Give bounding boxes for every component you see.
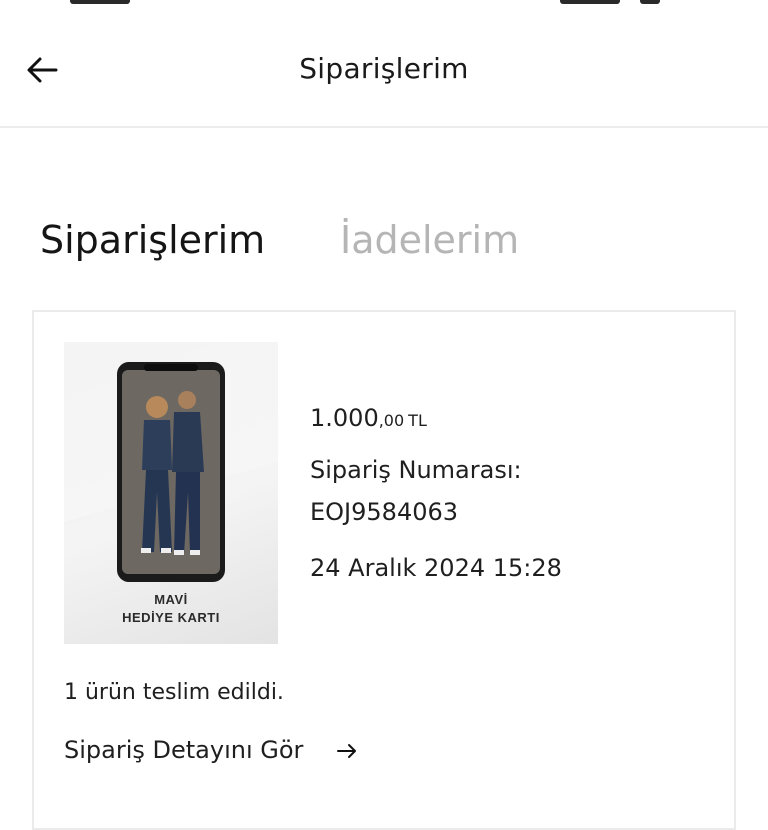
price-minor: ,00 bbox=[378, 411, 405, 430]
order-number-label: Sipariş Numarası: bbox=[310, 456, 522, 484]
thumbnail-caption-brand: MAVİ bbox=[154, 592, 188, 607]
order-date: 24 Aralık 2024 15:28 bbox=[310, 554, 562, 582]
app-bar: Siparişlerim bbox=[0, 0, 768, 128]
order-number: EOJ9584063 bbox=[310, 498, 459, 526]
tab-returns[interactable]: İadelerim bbox=[340, 218, 519, 262]
order-card[interactable]: MAVİ HEDİYE KARTI 1.000,00 TL Sipariş Num… bbox=[32, 310, 736, 830]
order-price: 1.000,00 TL bbox=[310, 404, 427, 432]
order-detail-label: Sipariş Detayını Gör bbox=[64, 736, 304, 764]
tab-orders[interactable]: Siparişlerim bbox=[40, 218, 265, 262]
price-currency: TL bbox=[408, 411, 427, 430]
arrow-right-icon bbox=[337, 744, 357, 758]
page-title: Siparişlerim bbox=[299, 52, 469, 85]
delivery-status: 1 ürün teslim edildi. bbox=[64, 680, 284, 705]
product-thumbnail: MAVİ HEDİYE KARTI bbox=[64, 342, 278, 644]
thumbnail-caption-product: HEDİYE KARTI bbox=[122, 610, 220, 625]
order-detail-link[interactable]: Sipariş Detayını Gör bbox=[64, 736, 359, 764]
price-main: 1.000 bbox=[310, 404, 379, 432]
